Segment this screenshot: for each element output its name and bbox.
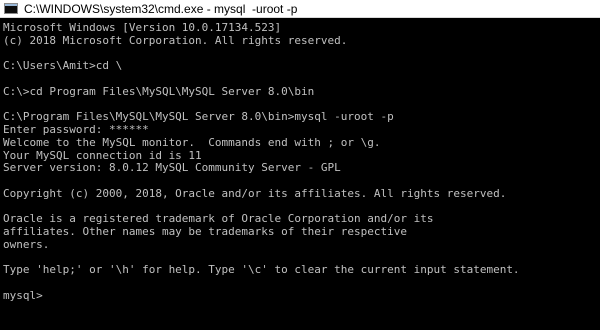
console-line-5	[3, 73, 600, 86]
console-line-18: owners.	[3, 238, 50, 251]
console-line-4: C:\Users\Amit>cd \	[3, 60, 123, 73]
console-line-2: (c) 2018 Microsoft Corporation. All righ…	[3, 34, 348, 47]
console-line-14: Copyright (c) 2000, 2018, Oracle and/or …	[3, 187, 507, 200]
console-line-17: affiliates. Other names may be trademark…	[3, 226, 407, 238]
console-output[interactable]: Microsoft Windows [Version 10.0.17134.52…	[0, 18, 600, 330]
console-line-3	[3, 48, 600, 61]
mysql-prompt[interactable]: mysql>	[3, 290, 600, 303]
console-line-1: Microsoft Windows [Version 10.0.17134.52…	[3, 22, 282, 34]
console-line-6: C:\>cd Program Files\MySQL\MySQL Server …	[3, 85, 315, 98]
cmd-window: C:\WINDOWS\system32\cmd.exe - mysql -uro…	[0, 0, 600, 330]
console-line-13	[3, 175, 600, 188]
title-bar[interactable]: C:\WINDOWS\system32\cmd.exe - mysql -uro…	[0, 0, 600, 18]
console-line-16: Oracle is a registered trademark of Orac…	[3, 213, 434, 226]
console-line-9: Enter password: ******	[3, 124, 149, 136]
console-line-21	[3, 277, 600, 290]
console-line-20: Type 'help;' or '\h' for help. Type '\c'…	[3, 264, 520, 277]
console-line-12: Server version: 8.0.12 MySQL Community S…	[3, 162, 341, 175]
icon-title-strip	[5, 4, 17, 6]
window-title: C:\WINDOWS\system32\cmd.exe - mysql -uro…	[24, 2, 298, 16]
console-line-7	[3, 99, 600, 112]
cmd-icon	[4, 3, 18, 14]
console-line-8: C:\Program Files\MySQL\MySQL Server 8.0\…	[3, 111, 394, 124]
console-line-15	[3, 201, 600, 214]
console-line-11: Your MySQL connection id is 11	[3, 149, 202, 162]
console-line-10: Welcome to the MySQL monitor. Commands e…	[3, 136, 381, 149]
console-line-19	[3, 252, 600, 265]
